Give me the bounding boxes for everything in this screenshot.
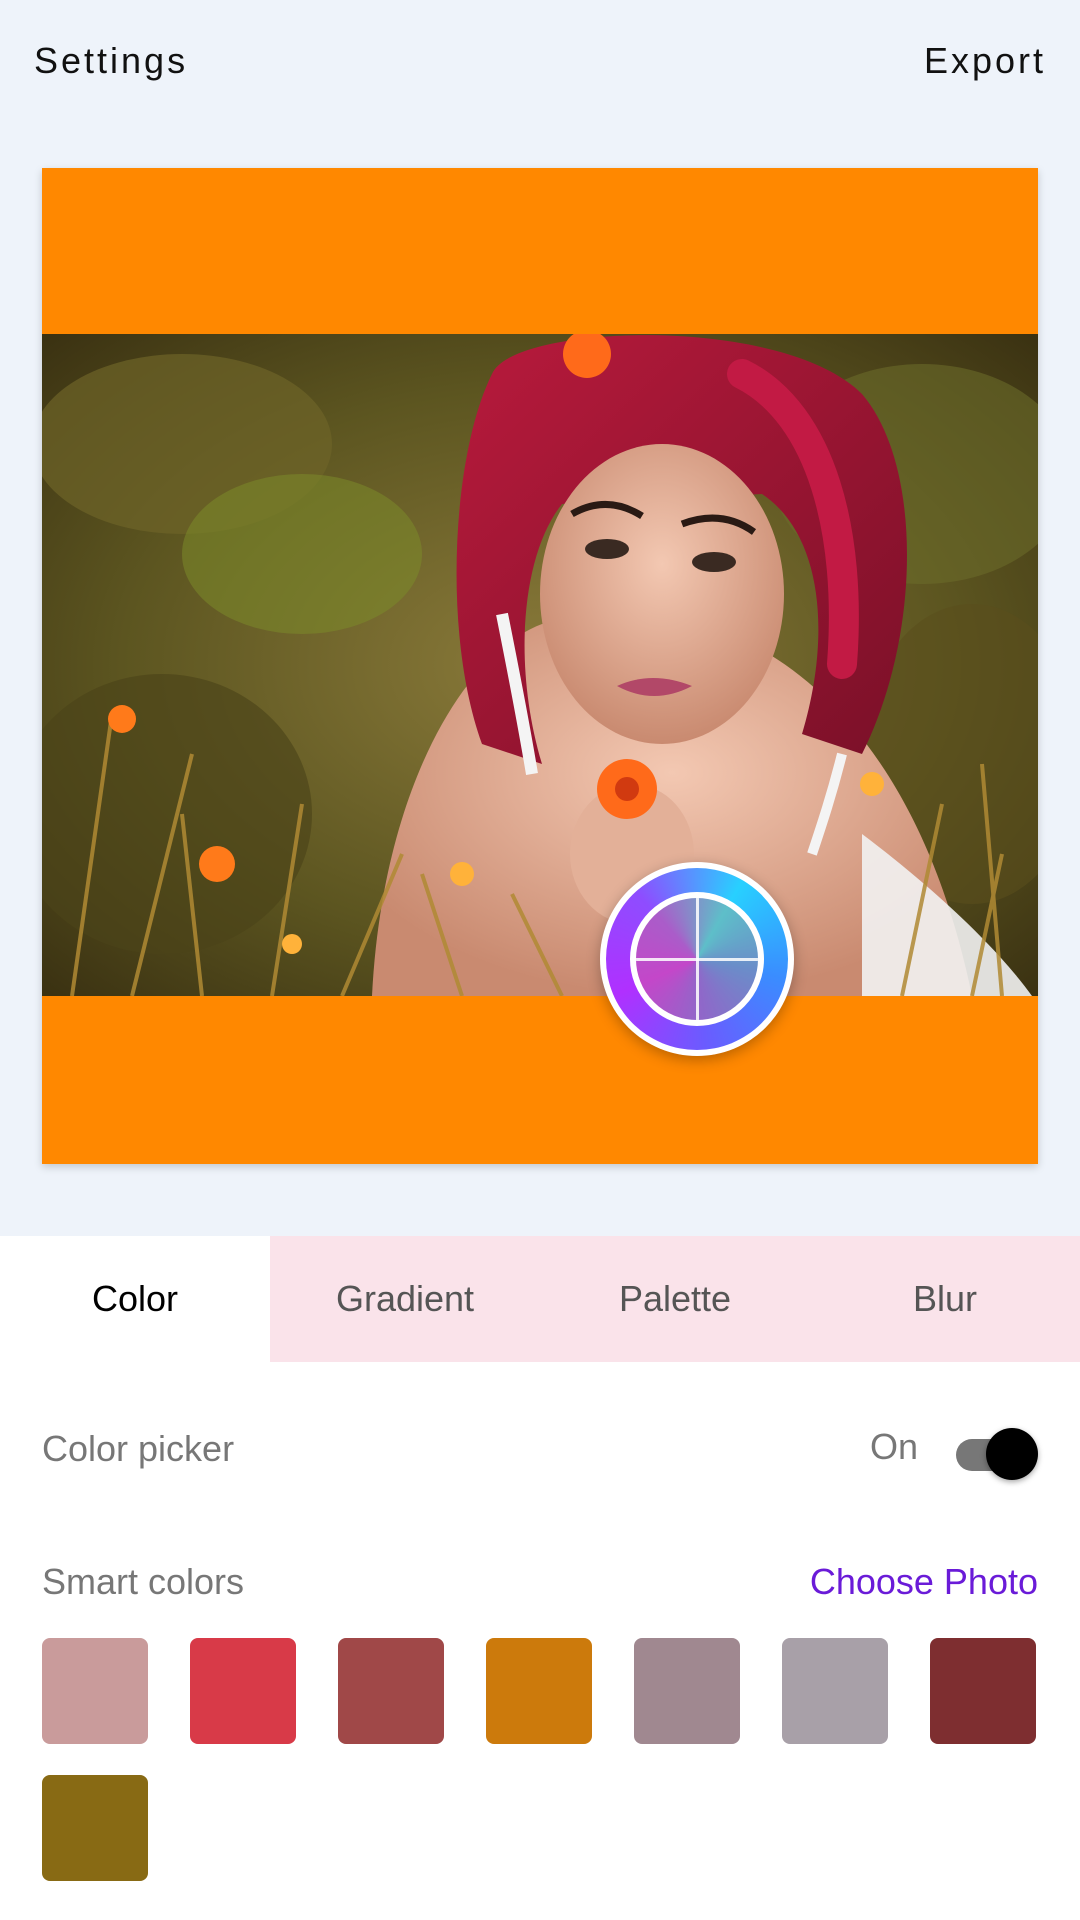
tab-blur[interactable]: Blur	[810, 1236, 1080, 1362]
settings-button[interactable]: Settings	[34, 40, 188, 82]
color-swatch[interactable]	[190, 1638, 296, 1744]
color-picker-label: Color picker	[42, 1428, 235, 1469]
color-picker-state-label: On	[870, 1426, 919, 1467]
color-swatch[interactable]	[42, 1638, 148, 1744]
color-swatch[interactable]	[634, 1638, 740, 1744]
photo-preview	[42, 334, 1038, 996]
bottom-panel: Color Gradient Palette Blur Color picker…	[0, 1236, 1080, 1920]
color-picker-handle[interactable]	[600, 862, 794, 1056]
picker-lens	[630, 892, 764, 1026]
crosshair-vertical	[695, 898, 699, 1020]
tab-gradient[interactable]: Gradient	[270, 1236, 540, 1362]
top-bar: Settings Export	[0, 0, 1080, 130]
color-picker-toggle[interactable]	[956, 1424, 1038, 1484]
color-swatch[interactable]	[782, 1638, 888, 1744]
tab-bar: Color Gradient Palette Blur	[0, 1236, 1080, 1362]
toggle-knob	[986, 1428, 1038, 1480]
tab-color[interactable]: Color	[0, 1236, 270, 1362]
export-button[interactable]: Export	[924, 40, 1046, 82]
tab-palette[interactable]: Palette	[540, 1236, 810, 1362]
preview-canvas[interactable]	[42, 168, 1038, 1164]
smart-colors-label: Smart colors	[42, 1561, 245, 1602]
color-swatch[interactable]	[42, 1775, 148, 1881]
color-swatch[interactable]	[338, 1638, 444, 1744]
choose-photo-link[interactable]: Choose Photo	[810, 1561, 1038, 1603]
color-swatch[interactable]	[930, 1638, 1036, 1744]
color-swatch[interactable]	[486, 1638, 592, 1744]
